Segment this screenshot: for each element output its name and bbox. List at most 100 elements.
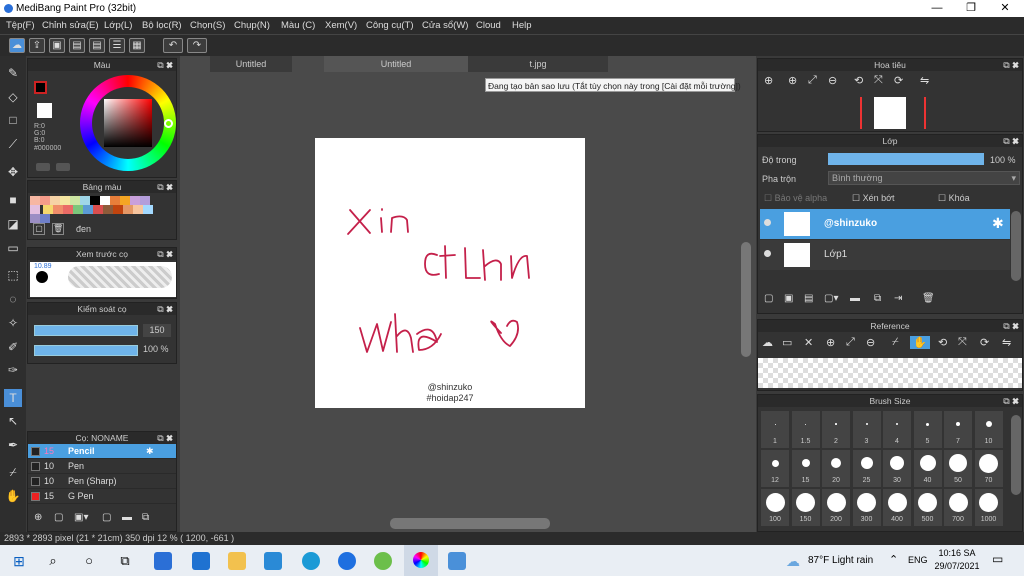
rotate-left-icon[interactable]: ⟲ <box>854 74 863 87</box>
tab-untitled-1[interactable]: Untitled <box>210 56 292 72</box>
brush-size-option[interactable]: 700 <box>944 489 972 526</box>
clock-date[interactable]: 29/07/2021 <box>934 561 980 571</box>
brush-size-option[interactable]: 10 <box>974 411 1003 448</box>
close-button[interactable]: ✕ <box>988 0 1022 17</box>
menu-filter[interactable]: Bộ lọc(R) <box>142 20 182 31</box>
layer-opacity-slider[interactable] <box>828 153 984 165</box>
page2-icon[interactable]: ▤ <box>89 38 105 53</box>
duplicate-layer-icon[interactable]: ⧉ <box>874 293 881 304</box>
reference-canvas[interactable] <box>758 358 1022 388</box>
color-mode-button[interactable] <box>36 163 50 171</box>
brush-item-pencil[interactable]: 15 Pencil ✱ <box>28 444 176 459</box>
brush-size-option[interactable]: 4 <box>883 411 911 448</box>
delete-palette-icon[interactable]: 🗑 <box>52 223 64 235</box>
delete-layer-icon[interactable]: 🗑 <box>922 293 935 304</box>
duplicate-icon[interactable]: ⧉ <box>142 512 149 523</box>
reset-icon[interactable]: ⤧ <box>874 74 883 87</box>
close-icon[interactable]: ⧉ ✖ <box>157 59 173 71</box>
menu-edit[interactable]: Chỉnh sửa(E) <box>42 20 99 31</box>
chevron-up-icon[interactable]: ⌃ <box>889 553 898 566</box>
search-icon[interactable]: ⌕ <box>44 552 62 570</box>
share-icon[interactable]: ⇪ <box>29 38 45 53</box>
weather-text[interactable]: 87°F Light rain <box>808 555 873 566</box>
menu-window[interactable]: Cửa sổ(W) <box>422 20 468 31</box>
hue-marker[interactable] <box>164 119 173 128</box>
edge-icon[interactable] <box>302 552 320 570</box>
hand-icon[interactable]: ✋ <box>4 487 22 505</box>
eyedropper-ref-icon[interactable]: ⌿ <box>892 336 899 349</box>
eyedropper-icon[interactable]: ⌿ <box>4 463 22 481</box>
page-icon[interactable]: ▤ <box>69 38 85 53</box>
brush-size-option[interactable]: 500 <box>913 489 942 526</box>
brush-size-option[interactable]: 100 <box>761 489 789 526</box>
reset-ref-icon[interactable]: ⤧ <box>958 336 967 349</box>
windows-start-icon[interactable]: ⊞ <box>10 552 28 570</box>
store-icon[interactable] <box>154 552 172 570</box>
task-view-icon[interactable]: ⧉ <box>116 552 134 570</box>
tab-tjpg[interactable]: t.jpg <box>468 56 608 72</box>
zoom-fit-icon[interactable]: ⊕ <box>764 74 773 87</box>
menu-view[interactable]: Xem(V) <box>325 20 357 31</box>
brush-size-option[interactable]: 200 <box>822 489 850 526</box>
close-icon[interactable]: ⧉ ✖ <box>157 432 173 444</box>
rotate-right-icon[interactable]: ⟳ <box>894 74 903 87</box>
menu-file[interactable]: Tệp(F) <box>6 20 35 31</box>
undo-icon[interactable]: ↶ <box>163 38 183 53</box>
cortana-icon[interactable]: ○ <box>80 552 98 570</box>
layer-row-lop1[interactable]: Lớp1 <box>760 240 1010 270</box>
copy-brush-icon[interactable]: ▣▾ <box>74 512 88 523</box>
menu-cloud[interactable]: Cloud <box>476 20 501 31</box>
gradient-icon[interactable]: ▭ <box>4 239 22 257</box>
eye-icon[interactable] <box>764 250 771 257</box>
brush-size-option[interactable]: 400 <box>883 489 911 526</box>
edit-brush-icon[interactable]: ▢ <box>102 512 111 523</box>
new-halftone-layer-icon[interactable]: ▣ <box>784 293 793 304</box>
vertical-scrollbar[interactable] <box>741 242 751 357</box>
size-value[interactable]: 150 <box>143 324 171 337</box>
background-swatch[interactable] <box>37 103 52 118</box>
close-icon[interactable]: ⧉ ✖ <box>157 248 173 260</box>
list-icon[interactable]: ☰ <box>109 38 125 53</box>
menu-help[interactable]: Help <box>512 20 532 31</box>
tab-untitled-2[interactable]: Untitled <box>324 56 468 72</box>
merge-layer-icon[interactable]: ⇥ <box>894 293 902 304</box>
magic-wand-icon[interactable]: ✧ <box>4 314 22 332</box>
gear-icon[interactable]: ✱ <box>992 215 1004 232</box>
zoom-in-ref-icon[interactable]: ⊕ <box>826 336 835 349</box>
folder-icon[interactable]: ▬ <box>122 512 132 523</box>
select-pen-icon[interactable]: ✐ <box>4 338 22 356</box>
brush-size-option[interactable]: 12 <box>761 450 789 487</box>
zoom-out-ref-icon[interactable]: ⊖ <box>866 336 875 349</box>
cloud-ref-icon[interactable]: ☁ <box>762 336 773 349</box>
select-rect-icon[interactable]: ⬚ <box>4 266 22 284</box>
text-tool-icon[interactable]: T <box>4 389 22 407</box>
brush-size-option[interactable]: 300 <box>852 489 881 526</box>
select-eraser-icon[interactable]: ✑ <box>4 361 22 379</box>
line-tool-icon[interactable]: ⟋ <box>4 135 22 153</box>
horizontal-scrollbar[interactable] <box>390 518 550 529</box>
brush-size-option[interactable]: 50 <box>944 450 972 487</box>
language-indicator[interactable]: ENG <box>908 555 928 565</box>
hand-ref-icon[interactable]: ✋ <box>910 336 930 349</box>
file-explorer-icon[interactable] <box>228 552 246 570</box>
brush-size-option[interactable]: 2 <box>822 411 850 448</box>
eye-icon[interactable] <box>764 219 771 226</box>
brush-size-option[interactable]: 1000 <box>974 489 1003 526</box>
close-ref-icon[interactable]: ✕ <box>804 336 813 349</box>
new-layer-icon[interactable]: ▢ <box>764 293 773 304</box>
zoom-out-icon[interactable]: ⊖ <box>828 74 837 87</box>
new-brush-icon[interactable]: ▢ <box>54 512 63 523</box>
app-green-icon[interactable] <box>374 552 392 570</box>
close-icon[interactable]: ⧉ ✖ <box>157 181 173 193</box>
layer-scrollbar[interactable] <box>1011 211 1021 281</box>
brush-size-scrollbar[interactable] <box>1011 415 1021 495</box>
cloud-icon[interactable]: ☁ <box>9 38 25 53</box>
close-icon[interactable]: ⧉ ✖ <box>1003 320 1019 332</box>
maximize-button[interactable]: ❐ <box>954 0 988 17</box>
close-icon[interactable]: ⧉ ✖ <box>1003 395 1019 407</box>
taskbar-active-app[interactable] <box>404 545 438 576</box>
comment-icon[interactable]: ▣ <box>49 38 65 53</box>
close-icon[interactable]: ⧉ ✖ <box>157 303 173 315</box>
color-mode2-button[interactable] <box>56 163 70 171</box>
notification-icon[interactable]: ▭ <box>992 552 1003 566</box>
